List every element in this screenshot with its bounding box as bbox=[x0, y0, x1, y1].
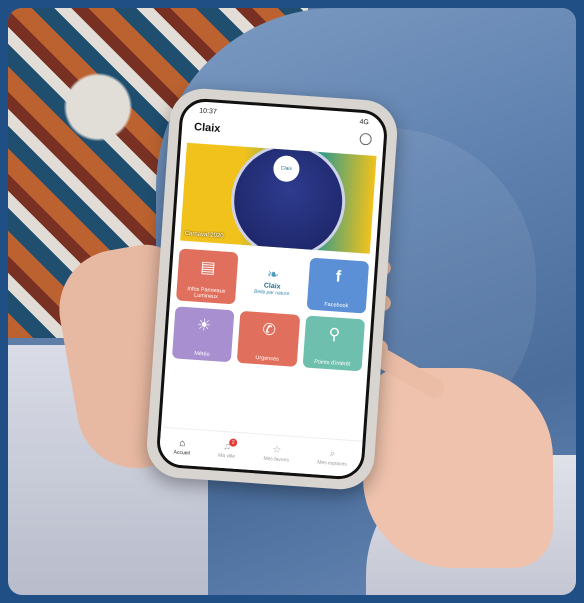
tab-label: Ma ville bbox=[217, 452, 236, 460]
facebook-icon: f bbox=[335, 268, 342, 286]
status-signal: 4G bbox=[359, 118, 370, 126]
star-icon: ☆ bbox=[271, 444, 282, 457]
search-icon: ⌕ bbox=[329, 448, 336, 460]
tile-urgences[interactable]: ✆ Urgences bbox=[237, 310, 300, 367]
claix-logo-tile: ❧ Claix Belle par nature bbox=[241, 253, 304, 310]
news-banner[interactable]: Claix Carnaval 2020 bbox=[180, 142, 377, 254]
notification-badge: 2 bbox=[228, 438, 238, 447]
phone-icon: ✆ bbox=[261, 321, 277, 340]
tile-points-interet[interactable]: ⚲ Points d'intérêt bbox=[302, 315, 366, 372]
tab-accueil[interactable]: ⌂ Accueil bbox=[173, 438, 190, 457]
photo-background: 10:37 4G Claix Claix Carnaval 2020 ▤ Inf… bbox=[8, 8, 576, 595]
tile-label: Points d'intérêt bbox=[313, 359, 351, 368]
tab-label: Accueil bbox=[173, 449, 190, 457]
tile-label: Infos Panneaux Lumineux bbox=[187, 286, 226, 301]
sign-icon: ▤ bbox=[199, 258, 217, 277]
gear-icon[interactable] bbox=[359, 132, 373, 146]
tab-ma-ville[interactable]: ♫ 2 Ma ville bbox=[217, 438, 238, 460]
app-title: Claix bbox=[193, 121, 221, 135]
logo-subtitle: Belle par nature bbox=[253, 288, 290, 298]
tab-label: Mes espaces bbox=[317, 459, 347, 468]
status-time: 10:37 bbox=[199, 107, 218, 116]
tab-mes-espaces[interactable]: ⌕ Mes espaces bbox=[317, 448, 348, 468]
tile-label: Facebook bbox=[324, 301, 349, 310]
tile-grid: ▤ Infos Panneaux Lumineux ❧ Claix Belle … bbox=[166, 240, 376, 372]
sun-icon: ☀ bbox=[196, 316, 212, 335]
tile-label: Urgences bbox=[255, 355, 280, 363]
tab-label: Mes favoris bbox=[263, 455, 290, 464]
bottom-tab-bar: ⌂ Accueil ♫ 2 Ma ville ☆ Mes favoris ⌕ Me… bbox=[158, 426, 363, 478]
smartphone: 10:37 4G Claix Claix Carnaval 2020 ▤ Inf… bbox=[144, 86, 400, 492]
tile-label: Météo bbox=[194, 350, 210, 358]
bell-icon: ♫ 2 bbox=[223, 438, 238, 453]
home-icon: ⌂ bbox=[178, 437, 186, 450]
banner-caption: Carnaval 2020 bbox=[184, 230, 224, 240]
tab-mes-favoris[interactable]: ☆ Mes favoris bbox=[263, 444, 290, 464]
tile-meteo[interactable]: ☀ Météo bbox=[171, 306, 235, 363]
logo-icon: ❧ bbox=[266, 265, 280, 283]
tile-infos-panneaux[interactable]: ▤ Infos Panneaux Lumineux bbox=[175, 248, 239, 305]
tile-facebook[interactable]: f Facebook bbox=[306, 257, 370, 314]
phone-screen: 10:37 4G Claix Claix Carnaval 2020 ▤ Inf… bbox=[155, 97, 389, 481]
right-hand bbox=[363, 368, 553, 568]
pin-icon: ⚲ bbox=[327, 326, 341, 344]
